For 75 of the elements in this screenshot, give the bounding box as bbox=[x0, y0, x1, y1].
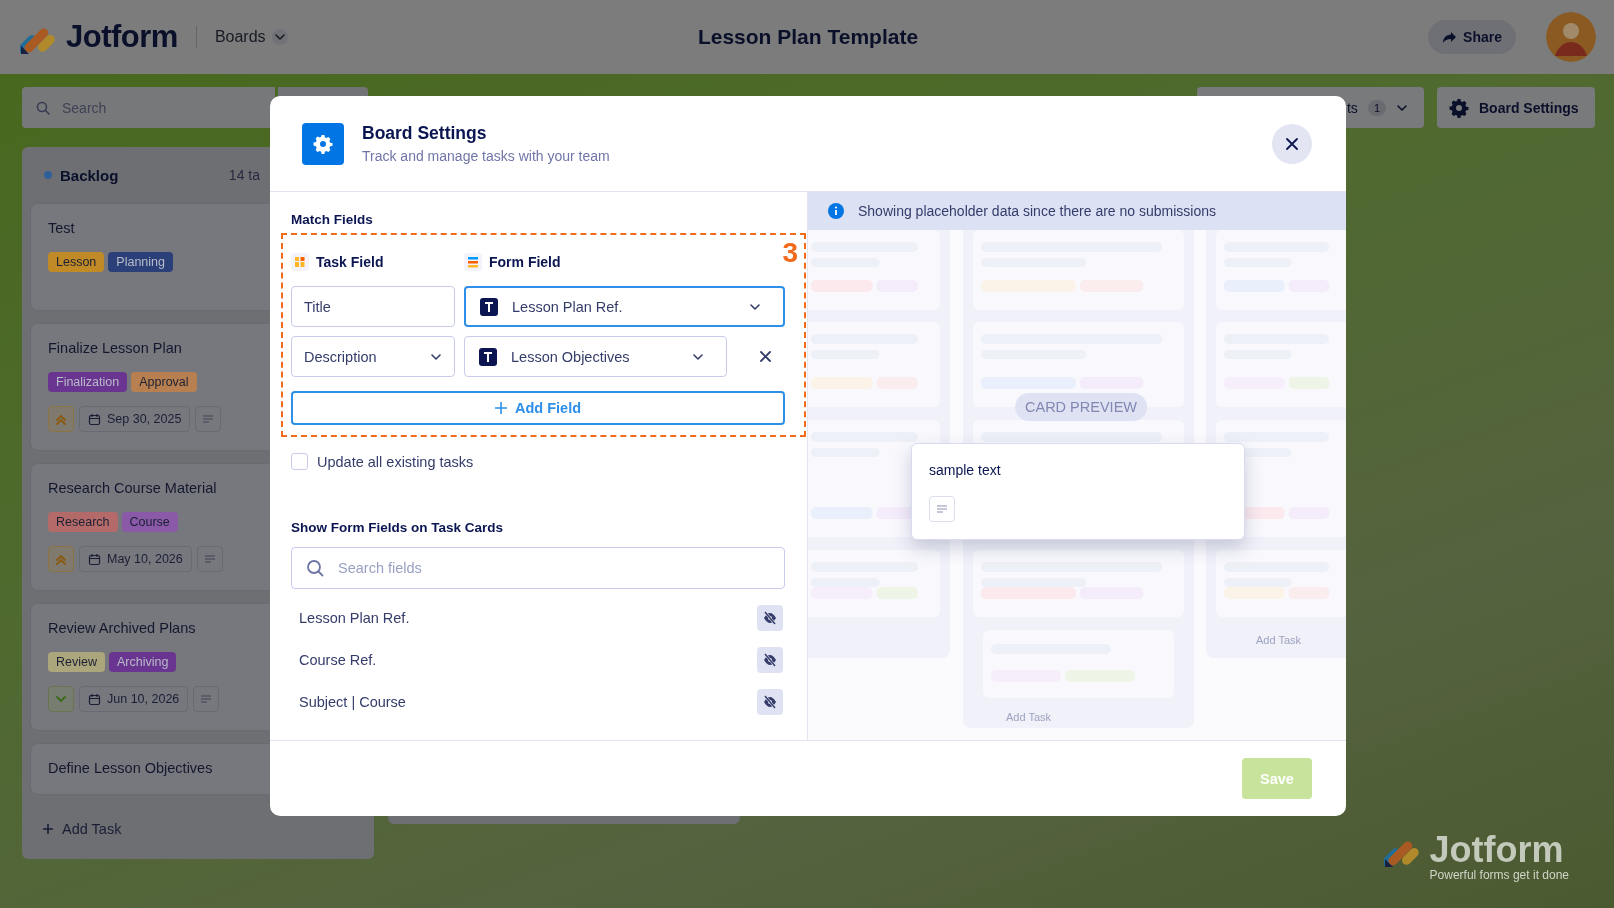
tag: Approval bbox=[131, 372, 197, 392]
card-title: Review Archived Plans bbox=[48, 620, 197, 636]
calendar-icon bbox=[88, 552, 101, 566]
add-task-button[interactable]: Add Task bbox=[22, 799, 374, 859]
task-count: 14 ta bbox=[228, 167, 260, 183]
boards-menu[interactable]: Boards bbox=[214, 28, 288, 46]
card-title: Test bbox=[48, 220, 76, 236]
card-title: sample text bbox=[929, 462, 1002, 478]
search-input[interactable]: Search bbox=[22, 87, 275, 128]
close-button[interactable] bbox=[1272, 123, 1312, 164]
logo-text[interactable]: Jotform bbox=[66, 19, 178, 55]
calendar-icon bbox=[88, 692, 101, 706]
share-arrow-icon bbox=[1442, 29, 1458, 45]
plus-icon bbox=[494, 402, 507, 414]
count-badge: 1 bbox=[1367, 99, 1386, 116]
dialog-subtitle: Track and manage tasks with your team bbox=[362, 148, 611, 164]
tag: Research bbox=[48, 512, 118, 532]
share-button[interactable]: Share bbox=[1428, 20, 1516, 54]
eye-off-icon bbox=[763, 611, 777, 625]
tag: Planning bbox=[108, 252, 173, 272]
search-icon bbox=[306, 559, 324, 577]
add-task-label: Add Task bbox=[1006, 711, 1052, 723]
add-field-button[interactable]: Add Field bbox=[291, 391, 785, 425]
chevron-icon bbox=[54, 412, 68, 426]
due-date[interactable]: May 10, 2026 bbox=[79, 546, 192, 572]
eye-off-icon bbox=[763, 695, 777, 709]
column-title: Backlog bbox=[60, 166, 120, 184]
tag: Course bbox=[121, 512, 178, 532]
task-field-input[interactable]: Title bbox=[291, 286, 455, 327]
user-avatar[interactable] bbox=[1546, 12, 1596, 62]
visibility-toggle[interactable] bbox=[757, 605, 783, 631]
notice-text: Showing placeholder data since there are no submissions bbox=[858, 203, 1216, 219]
tag: Finalization bbox=[48, 372, 128, 392]
checkbox[interactable] bbox=[291, 453, 308, 470]
preview-badge: CARD PREVIEW bbox=[1015, 393, 1147, 421]
due-date[interactable]: Sep 30, 2025 bbox=[79, 406, 191, 432]
info-icon bbox=[828, 203, 844, 219]
brand-tagline: Powerful forms get it done bbox=[1429, 868, 1569, 882]
text-lines-icon bbox=[202, 414, 215, 424]
tag: Review bbox=[48, 652, 105, 672]
add-task-label: Add Task bbox=[1256, 634, 1302, 646]
visibility-toggle[interactable] bbox=[757, 647, 783, 673]
column-heading: Form Field bbox=[489, 254, 561, 270]
tag: Lesson bbox=[48, 252, 105, 272]
task-field-select[interactable]: Description bbox=[291, 336, 455, 377]
close-icon bbox=[1286, 137, 1298, 150]
settings-icon bbox=[302, 122, 344, 165]
form-icon bbox=[464, 253, 482, 271]
card-title: Finalize Lesson Plan bbox=[48, 340, 183, 356]
tag: Archiving bbox=[109, 652, 177, 672]
plus-icon bbox=[42, 823, 54, 835]
text-lines-icon bbox=[203, 554, 216, 564]
close-icon bbox=[760, 351, 772, 362]
text-lines-icon bbox=[200, 694, 213, 704]
form-field-select[interactable]: Lesson Plan Ref. bbox=[464, 286, 785, 327]
card-title: Research Course Material bbox=[48, 480, 218, 496]
gear-icon bbox=[1449, 97, 1469, 118]
chevron-down-icon bbox=[271, 29, 288, 45]
search-field[interactable]: Search fields bbox=[291, 547, 785, 589]
text-type-icon bbox=[479, 347, 497, 366]
chevron-icon bbox=[54, 552, 68, 566]
form-field-select[interactable]: Lesson Objectives bbox=[464, 336, 728, 377]
dialog-title: Board Settings bbox=[362, 123, 488, 144]
text-type-icon bbox=[480, 297, 498, 316]
step-number: 3 bbox=[782, 237, 798, 269]
card-title: Define Lesson Objectives bbox=[48, 760, 214, 776]
board-settings-button[interactable]: Board Settings bbox=[1437, 87, 1595, 128]
board-title: Lesson Plan Template bbox=[697, 25, 919, 49]
text-lines-icon bbox=[936, 504, 948, 514]
visibility-toggle[interactable] bbox=[757, 689, 783, 715]
due-date[interactable]: Jun 10, 2026 bbox=[79, 686, 189, 712]
calendar-icon bbox=[88, 412, 101, 426]
board-icon bbox=[291, 253, 309, 271]
eye-off-icon bbox=[763, 653, 777, 667]
brand-name: Jotform bbox=[1429, 832, 1565, 868]
